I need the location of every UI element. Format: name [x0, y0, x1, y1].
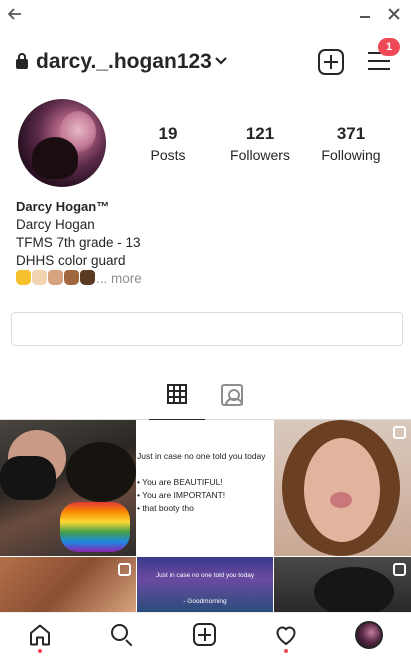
grid-icon	[167, 384, 187, 404]
post-text-line: ​	[137, 463, 273, 476]
bio-line: TFMS 7th grade - 13	[16, 235, 141, 250]
post-thumbnail[interactable]	[274, 557, 411, 612]
bio-line: Darcy Hogan	[16, 217, 95, 232]
chevron-down-icon[interactable]	[214, 54, 228, 68]
profile-avatar[interactable]	[18, 99, 106, 187]
search-icon[interactable]	[110, 623, 134, 647]
posts-label: Posts	[150, 147, 186, 163]
post-thumbnail-text[interactable]: Just in case no one told you today ​ • Y…	[137, 420, 273, 556]
back-arrow-icon[interactable]	[7, 7, 24, 25]
tab-posts-grid[interactable]	[149, 378, 205, 420]
bio-emoji-line: ... more	[16, 270, 396, 288]
followers-label: Followers	[230, 147, 290, 163]
followers-count: 121	[245, 124, 275, 143]
home-icon[interactable]	[28, 623, 52, 647]
minimize-icon[interactable]	[358, 7, 372, 25]
following-label: Following	[321, 147, 381, 163]
post-thumbnail[interactable]	[0, 420, 136, 556]
add-post-icon[interactable]	[193, 623, 217, 647]
post-text-line: • You are BEAUTIFUL!	[137, 477, 223, 487]
raised-fist-icon	[80, 270, 95, 285]
video-caption-top: Just in case no one told you today	[155, 572, 255, 579]
following-count: 371	[336, 124, 366, 143]
post-text-line: • that booty tho	[137, 503, 194, 513]
multiple-photos-icon	[393, 563, 406, 576]
edit-profile-button[interactable]	[11, 312, 403, 346]
display-name: Darcy Hogan™	[16, 199, 110, 214]
bottom-navigation	[0, 612, 411, 656]
post-thumbnail[interactable]	[274, 420, 411, 556]
profile-bio: Darcy Hogan™ Darcy Hogan TFMS 7th grade …	[16, 198, 396, 288]
following-stat[interactable]: 371 Following	[318, 124, 384, 164]
raised-fist-icon	[48, 270, 63, 285]
new-post-button[interactable]	[318, 49, 344, 75]
raised-fist-icon	[64, 270, 79, 285]
home-notification-dot	[38, 649, 42, 653]
post-thumbnail-video[interactable]: Just in case no one told you today - Goo…	[137, 557, 273, 612]
raised-fist-icon	[32, 270, 47, 285]
profile-header: darcy._.hogan123 1	[0, 38, 411, 80]
posts-stat[interactable]: 19 Posts	[148, 124, 188, 164]
video-caption-bottom: - Goodmorning	[183, 598, 227, 605]
post-thumbnail[interactable]	[0, 557, 136, 612]
notification-badge: 1	[378, 38, 400, 56]
multiple-photos-icon	[393, 426, 406, 439]
lock-icon	[16, 53, 28, 69]
tagged-photos-icon[interactable]	[221, 384, 243, 406]
username-switcher[interactable]: darcy._.hogan123	[36, 48, 212, 76]
window-titlebar	[0, 0, 411, 32]
bio-more-link[interactable]: ... more	[96, 271, 142, 286]
profile-tabs	[0, 378, 411, 420]
multiple-photos-icon	[118, 563, 131, 576]
followers-stat[interactable]: 121 Followers	[226, 124, 294, 164]
post-text-line: Just in case no one told you today	[137, 451, 266, 461]
bio-line: DHHS color guard	[16, 253, 126, 268]
post-text-line: • You are IMPORTANT!	[137, 490, 226, 500]
heart-icon[interactable]	[274, 623, 298, 647]
close-icon[interactable]	[386, 6, 402, 26]
posts-grid: Just in case no one told you today ​ • Y…	[0, 420, 411, 612]
activity-notification-dot	[284, 649, 288, 653]
posts-count: 19	[158, 124, 178, 143]
raised-fist-icon	[16, 270, 31, 285]
profile-tab-avatar[interactable]	[355, 621, 383, 649]
